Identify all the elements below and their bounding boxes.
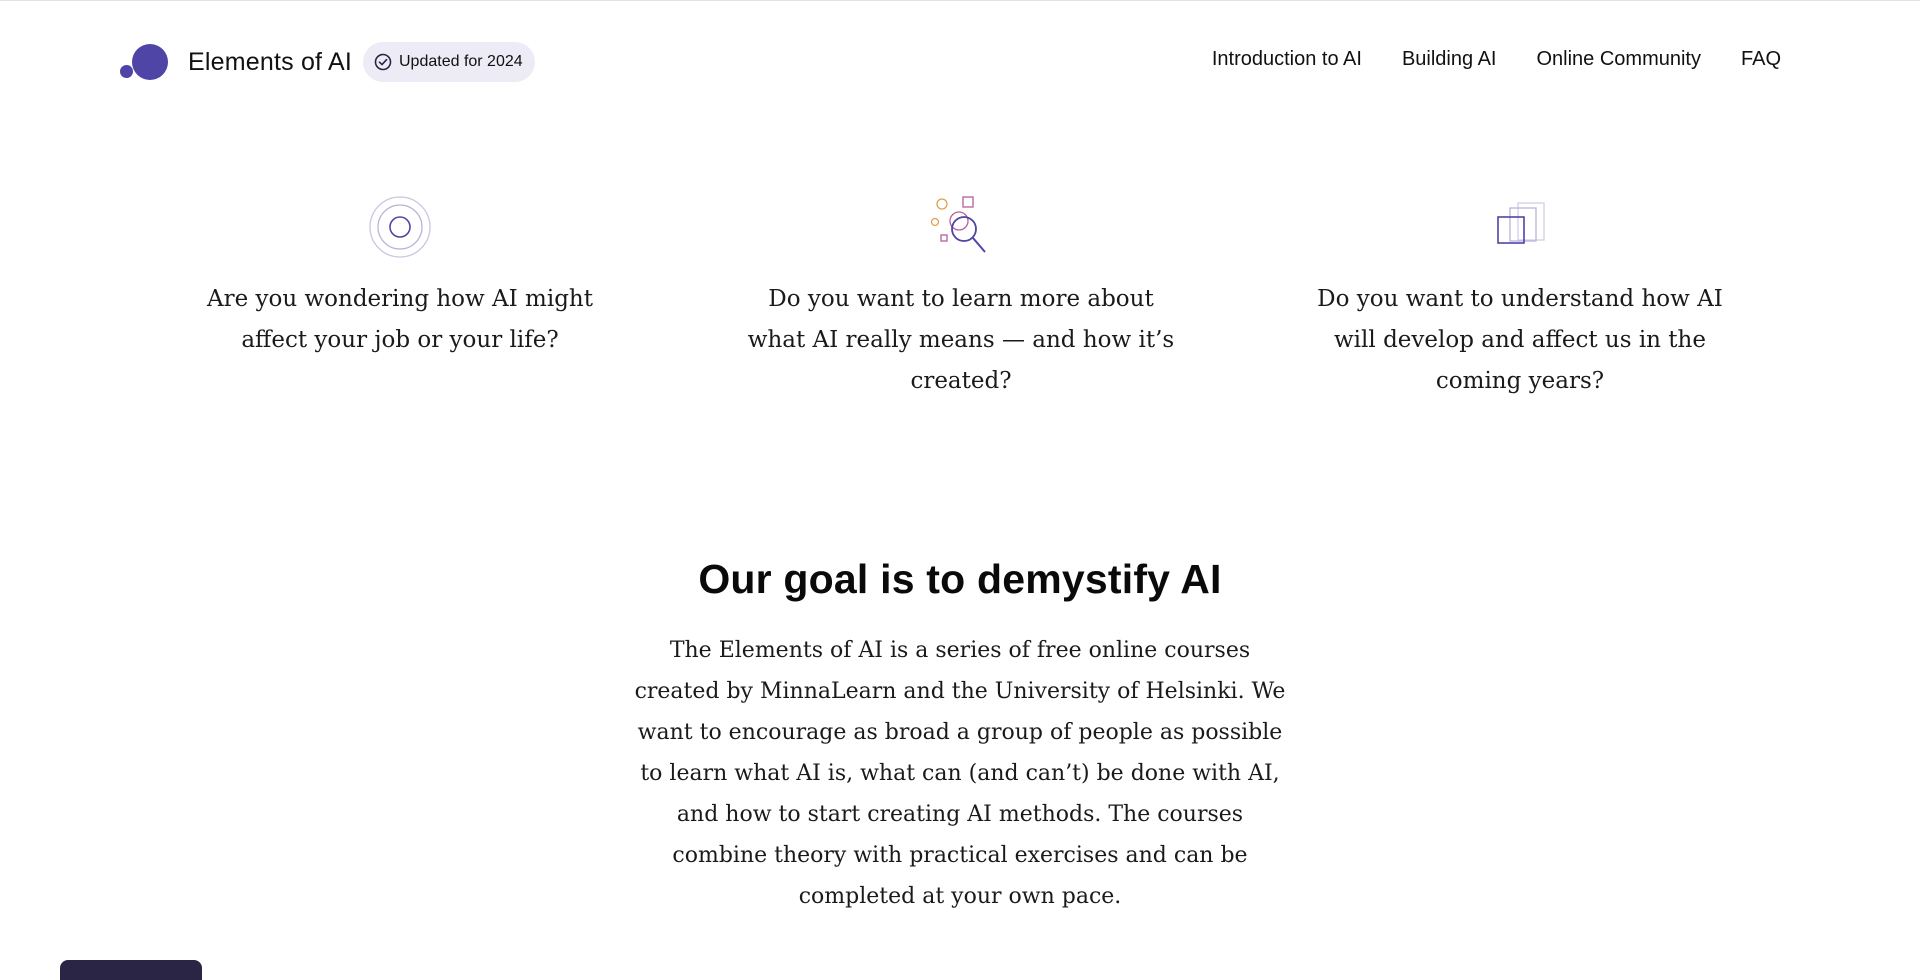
nav-building-ai[interactable]: Building AI <box>1402 48 1497 71</box>
goal-description: The Elements of AI is a series of free o… <box>634 638 1286 909</box>
updated-badge: Updated for 2024 <box>363 42 535 82</box>
badge-label: Updated for 2024 <box>399 53 523 70</box>
feature-text: Are you wondering how AI might affect yo… <box>207 286 593 353</box>
target-icon <box>369 196 431 258</box>
nav-faq[interactable]: FAQ <box>1741 48 1781 71</box>
nav-introduction-to-ai[interactable]: Introduction to AI <box>1212 48 1362 71</box>
feature-job-life: Are you wondering how AI might affect yo… <box>180 195 620 361</box>
check-circle-icon <box>374 53 392 71</box>
feature-text: Do you want to understand how AI will de… <box>1317 286 1723 394</box>
feature-ai-future: Do you want to understand how AI will de… <box>1300 195 1740 402</box>
elements-of-ai-logo <box>118 40 170 84</box>
main-nav: Introduction to AI Building AI Online Co… <box>1212 48 1781 71</box>
magnifier-shapes-icon <box>930 196 986 253</box>
feature-text: Do you want to learn more about what AI … <box>747 286 1175 394</box>
nav-online-community[interactable]: Online Community <box>1536 48 1701 71</box>
stacked-squares-icon <box>1497 202 1545 244</box>
brand-home-link[interactable]: Elements of AI Updated for 2024 <box>118 40 535 84</box>
feature-icon-wrap <box>1300 195 1740 259</box>
feature-icon-wrap <box>741 195 1181 259</box>
logo-small-dot <box>120 65 133 78</box>
feature-icon-wrap <box>180 195 620 259</box>
feature-what-ai-means: Do you want to learn more about what AI … <box>741 195 1181 402</box>
goal-heading: Our goal is to demystify AI <box>698 556 1222 602</box>
brand-name: Elements of AI <box>188 47 352 76</box>
site-header: Elements of AI Updated for 2024 Introduc… <box>0 0 1920 122</box>
bottom-floating-tab[interactable] <box>60 960 202 980</box>
logo-big-dot <box>132 44 168 80</box>
